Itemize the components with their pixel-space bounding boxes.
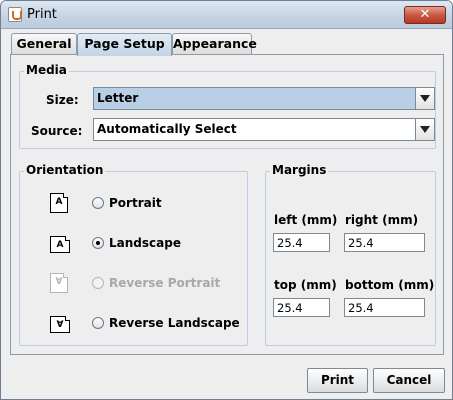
reverse-portrait-radio [92,277,104,289]
chevron-down-icon[interactable] [415,119,434,140]
reverse-landscape-label[interactable]: Reverse Landscape [109,316,240,330]
landscape-label[interactable]: Landscape [109,236,181,250]
orientation-group-title: Orientation [24,163,106,177]
reverse-portrait-page-icon: ∀ [50,273,68,293]
reverse-landscape-glyph: ∀ [56,320,64,330]
top-margin-input[interactable] [273,298,330,317]
reverse-portrait-label: Reverse Portrait [109,276,221,290]
bottom-margin-label: bottom (mm) [345,278,435,292]
right-margin-input[interactable] [344,233,425,252]
tab-appearance-label: Appearance [173,36,257,51]
reverse-landscape-page-icon: ∀ [50,316,70,333]
portrait-label-text: Portrait [109,196,162,210]
reverse-landscape-label-text: Reverse Landscape [109,316,240,330]
top-margin-label: top (mm) [274,278,337,292]
source-select[interactable]: Automatically Select [93,118,435,141]
landscape-page-icon: A [50,236,70,253]
portrait-glyph: A [55,197,63,207]
window-title: Print [27,7,57,22]
reverse-portrait-glyph: ∀ [55,277,63,287]
close-button[interactable]: ✕ [404,6,446,24]
portrait-radio[interactable] [92,197,104,209]
tab-page-setup[interactable]: Page Setup [77,33,172,56]
landscape-radio[interactable] [92,237,104,249]
cancel-button[interactable]: Cancel [373,368,445,393]
print-button[interactable]: Print [307,368,368,393]
orientation-group: Orientation A Portrait A Landscape ∀ Rev… [19,163,248,346]
left-margin-input[interactable] [273,233,330,252]
portrait-label[interactable]: Portrait [109,196,162,210]
right-margin-label: right (mm) [345,213,419,227]
reverse-landscape-radio[interactable] [92,317,104,329]
tab-general-label: General [16,36,72,51]
tab-appearance[interactable]: Appearance [172,33,257,55]
tab-general[interactable]: General [11,33,77,55]
landscape-label-text: Landscape [109,236,181,250]
portrait-page-icon: A [50,193,68,213]
chevron-down-icon[interactable] [415,88,434,109]
tab-page-setup-label: Page Setup [84,36,165,51]
landscape-glyph: A [56,240,64,250]
java-icon [8,7,22,22]
size-select[interactable]: Letter [93,87,435,110]
left-margin-label: left (mm) [274,213,338,227]
bottom-margin-input[interactable] [344,298,425,317]
source-select-value: Automatically Select [97,122,237,136]
print-dialog: Print ✕ General Page Setup Appearance Me… [0,0,453,400]
close-icon: ✕ [419,7,431,22]
media-group-title: Media [24,63,69,77]
media-group: Media Size: Letter Source: Automatically… [19,63,436,149]
margins-group-title: Margins [270,163,329,177]
size-label: Size: [46,93,79,107]
size-select-value: Letter [97,91,139,105]
source-label: Source: [31,124,83,138]
margins-group: Margins left (mm) right (mm) top (mm) bo… [265,163,436,346]
title-bar[interactable]: Print ✕ [1,1,452,29]
page-setup-panel: Media Size: Letter Source: Automatically… [10,54,444,355]
